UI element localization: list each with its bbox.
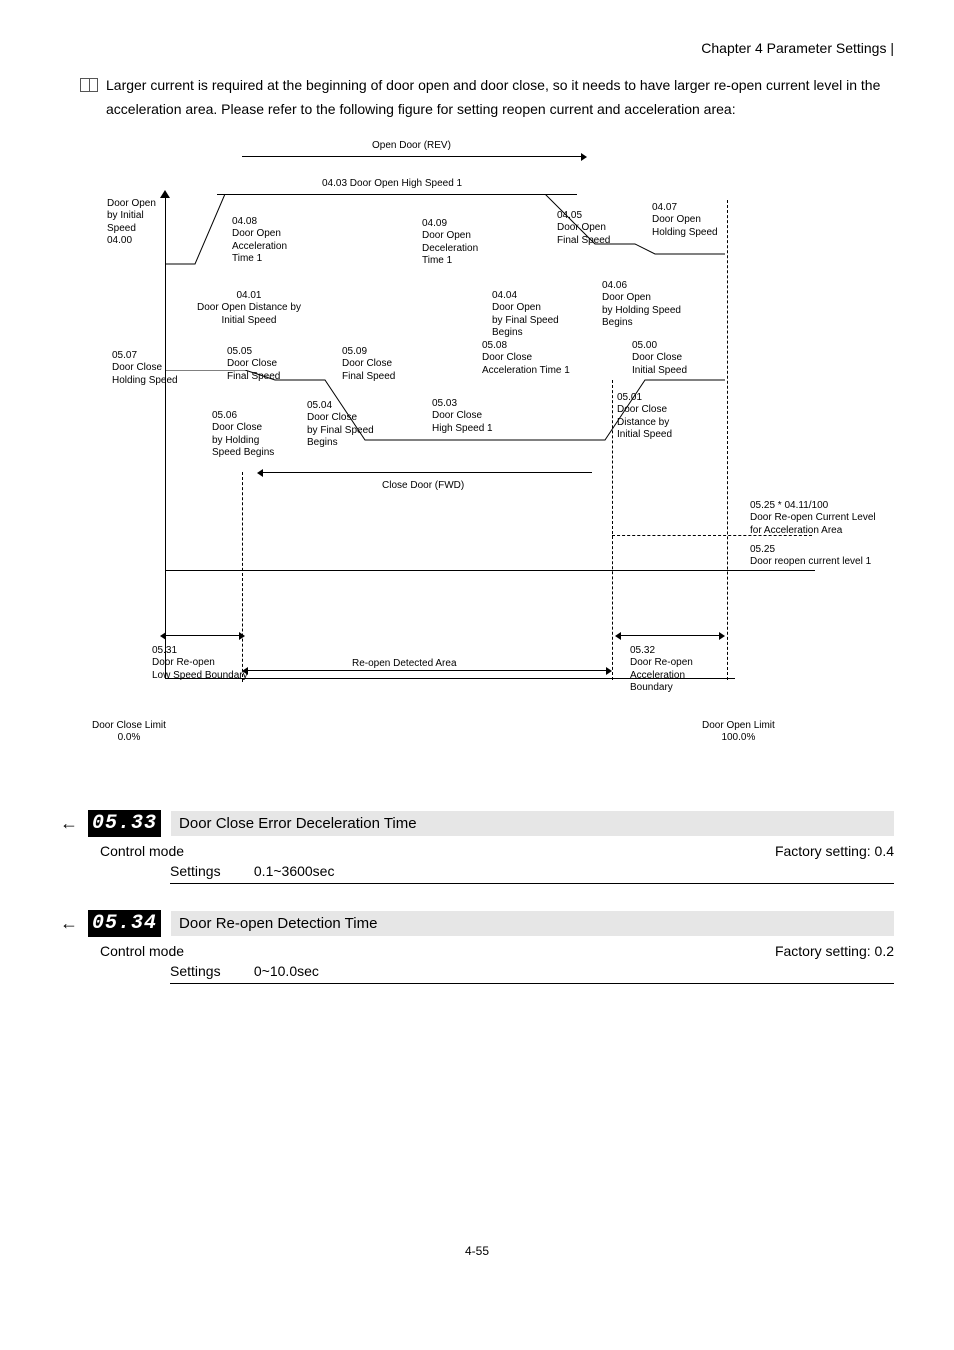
factory-setting-05-33: Factory setting: 0.4	[775, 843, 894, 859]
arrow-line	[242, 156, 582, 157]
page-number: 4-55	[60, 1244, 894, 1258]
intro-paragraph: Larger current is required at the beginn…	[60, 74, 894, 122]
settings-label: Settings	[170, 963, 250, 979]
label-04-04: 04.04 Door Open by Final Speed Begins	[492, 290, 559, 340]
chapter-header: Chapter 4 Parameter Settings |	[60, 40, 894, 56]
arrow-05-31	[165, 635, 240, 636]
arrow-05-32	[620, 635, 720, 636]
label-close-door-fwd: Close Door (FWD)	[382, 480, 464, 493]
label-open-limit: Door Open Limit 100.0%	[702, 720, 775, 745]
label-y-axis: Door Open by Initial Speed 04.00	[107, 198, 156, 248]
book-icon	[80, 78, 98, 92]
control-mode-label: Control mode	[100, 843, 184, 859]
arrow-close-door	[262, 472, 592, 473]
label-05-04: 05.04 Door Close by Final Speed Begins	[307, 400, 374, 450]
factory-setting-05-34: Factory setting: 0.2	[775, 943, 894, 959]
door-open-profile	[165, 194, 735, 284]
settings-value-05-33: 0.1~3600sec	[254, 863, 335, 879]
dashed-vline-right	[727, 200, 728, 680]
label-05-32: 05.32 Door Re-open Acceleration Boundary	[630, 645, 693, 695]
param-05-34: ← 05.34 Door Re-open Detection Time Cont…	[60, 910, 894, 984]
solid-line	[165, 570, 815, 571]
label-04-06: 04.06 Door Open by Holding Speed Begins	[602, 280, 681, 330]
seg-code-05-34: 05.34	[88, 910, 161, 937]
control-mode-label: Control mode	[100, 943, 184, 959]
timing-diagram: Open Door (REV) 04.03 Door Open High Spe…	[62, 140, 892, 780]
label-right-note-bot: 05.25 Door reopen current level 1	[750, 544, 871, 569]
label-05-31: 05.31 Door Re-open Low Speed Boundary	[152, 645, 248, 683]
param-title-05-34: Door Re-open Detection Time	[171, 911, 894, 936]
label-05-03: 05.03 Door Close High Speed 1	[432, 398, 493, 436]
label-right-note-top: 05.25 * 04.11/100 Door Re-open Current L…	[750, 500, 876, 538]
label-05-06: 05.06 Door Close by Holding Speed Begins	[212, 410, 274, 460]
settings-row-05-33: Settings 0.1~3600sec	[170, 863, 894, 884]
label-reopen-area: Re-open Detected Area	[352, 658, 457, 671]
settings-row-05-34: Settings 0~10.0sec	[170, 963, 894, 984]
runtime-settable-icon: ←	[60, 813, 78, 834]
param-05-33: ← 05.33 Door Close Error Deceleration Ti…	[60, 810, 894, 884]
settings-label: Settings	[170, 863, 250, 879]
param-title-05-33: Door Close Error Deceleration Time	[171, 811, 894, 836]
seg-code-05-33: 05.33	[88, 810, 161, 837]
label-04-03: 04.03 Door Open High Speed 1	[322, 178, 462, 191]
settings-value-05-34: 0~10.0sec	[254, 963, 319, 979]
intro-text: Larger current is required at the beginn…	[106, 74, 894, 122]
label-05-01: 05.01 Door Close Distance by Initial Spe…	[617, 392, 672, 442]
label-close-limit: Door Close Limit 0.0%	[92, 720, 166, 745]
dash-vline-1	[242, 472, 243, 682]
label-04-01: 04.01 Door Open Distance by Initial Spee…	[197, 290, 301, 328]
label-open-door-rev: Open Door (REV)	[372, 140, 451, 153]
dash-vline-2	[612, 380, 613, 680]
runtime-settable-icon: ←	[60, 913, 78, 934]
